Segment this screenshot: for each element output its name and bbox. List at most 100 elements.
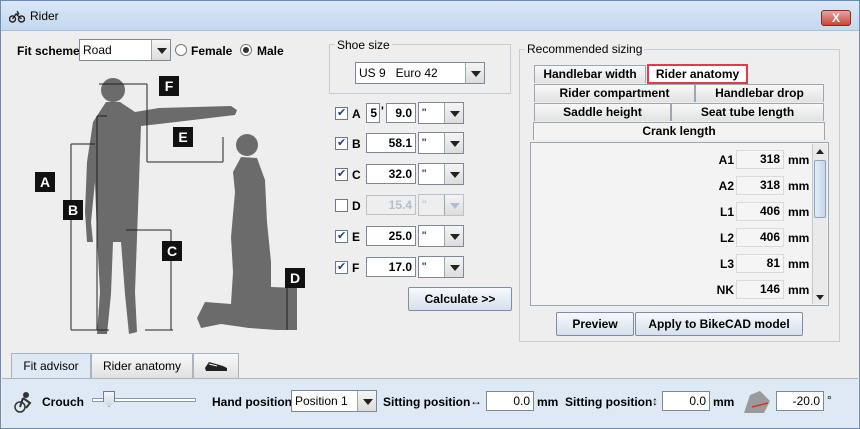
unit-b: " — [422, 136, 427, 150]
field-f[interactable]: 17.0 — [366, 257, 416, 277]
label-d: D — [352, 199, 361, 213]
field-e[interactable]: 25.0 — [366, 226, 416, 246]
check-f[interactable] — [335, 260, 348, 274]
tab-saddle-height[interactable]: Saddle height — [534, 103, 671, 121]
label-a: A — [352, 107, 361, 121]
label-f: F — [352, 261, 360, 275]
recommended-sizing-label: Recommended sizing — [525, 42, 645, 56]
sitting-horizontal-field[interactable]: 0.0 — [486, 391, 534, 411]
unit-c: " — [422, 167, 427, 181]
female-label: Female — [191, 44, 233, 58]
marker-c: C — [162, 241, 182, 261]
row-name: L2 — [719, 231, 734, 245]
male-radio[interactable] — [240, 44, 252, 56]
close-button[interactable]: X — [821, 10, 851, 26]
crouch-slider-thumb[interactable] — [103, 391, 116, 407]
chevron-down-icon[interactable] — [444, 195, 463, 215]
tab-shoe[interactable] — [193, 353, 239, 379]
scroll-thumb[interactable] — [814, 160, 826, 218]
apply-to-bikecad-button[interactable]: Apply to BikeCAD model — [635, 312, 803, 336]
row-unit: mm — [788, 153, 810, 167]
hand-position-select[interactable]: Position 1 — [291, 390, 377, 412]
chevron-down-icon[interactable] — [151, 40, 170, 60]
chevron-down-icon[interactable] — [444, 226, 463, 246]
tab-fit-advisor[interactable]: Fit advisor — [11, 353, 91, 379]
unit-select-f[interactable]: " — [418, 256, 464, 278]
row-name: L1 — [719, 205, 734, 219]
row-value: 318 — [736, 150, 784, 169]
unit-select-b[interactable]: " — [418, 132, 464, 154]
check-e[interactable] — [335, 229, 348, 243]
fit-scheme-select[interactable]: Road — [79, 39, 171, 61]
sitting-vertical-label: Sitting position — [565, 395, 653, 409]
chevron-down-icon[interactable] — [444, 103, 463, 123]
female-radio[interactable] — [175, 44, 187, 56]
rider-window: Rider X Fit scheme Road Female Male A B … — [0, 0, 860, 429]
hand-position-label: Hand position — [212, 395, 292, 409]
torso-angle-field[interactable]: -20.0 — [776, 391, 824, 411]
title-bar[interactable]: Rider X — [1, 1, 859, 31]
chevron-down-icon[interactable] — [444, 257, 463, 277]
tab-rider-compartment[interactable]: Rider compartment — [534, 84, 695, 102]
sitting-horizontal-unit: mm — [537, 395, 559, 409]
field-b[interactable]: 58.1 — [366, 133, 416, 153]
tab-handlebar-drop[interactable]: Handlebar drop — [695, 84, 824, 102]
marker-f: F — [159, 76, 179, 96]
marker-a: A — [35, 172, 55, 192]
shoe-size-label: Shoe size — [335, 38, 392, 52]
unit-select-a[interactable]: " — [418, 102, 464, 124]
row-value: 318 — [736, 176, 784, 195]
field-a-inches[interactable]: 9.0 — [386, 103, 416, 123]
kneeling-rider-silhouette — [197, 134, 297, 330]
shoe-icon — [205, 362, 227, 371]
angle-unit: ° — [827, 393, 832, 407]
unit-select-e[interactable]: " — [418, 225, 464, 247]
chevron-down-icon[interactable] — [444, 133, 463, 153]
chevron-down-icon[interactable] — [444, 164, 463, 184]
tab-rider-anatomy-bottom[interactable]: Rider anatomy — [91, 353, 193, 379]
unit-select-c[interactable]: " — [418, 163, 464, 185]
tab-handlebar-width[interactable]: Handlebar width — [534, 65, 646, 83]
row-value: 406 — [736, 202, 784, 221]
marker-e: E — [173, 127, 193, 147]
unit-a: " — [422, 106, 427, 120]
scroll-down-icon[interactable] — [815, 291, 825, 301]
label-c: C — [352, 168, 361, 182]
tab-crank-length[interactable]: Crank length — [533, 122, 825, 140]
sizing-list-panel[interactable]: A1 318 mm A2 318 mm L1 406 mm L2 406 mm … — [530, 142, 829, 306]
row-name: L3 — [719, 257, 734, 271]
unit-d: " — [422, 198, 427, 212]
row-name: A1 — [718, 153, 734, 167]
check-d[interactable] — [335, 199, 348, 212]
crouch-label: Crouch — [42, 395, 84, 409]
shoe-size-select[interactable]: US 9 Euro 42 — [355, 62, 485, 84]
scrollbar[interactable] — [812, 144, 827, 304]
field-c[interactable]: 32.0 — [366, 164, 416, 184]
marker-d: D — [285, 268, 305, 288]
row-unit: mm — [788, 231, 810, 245]
check-a[interactable] — [335, 106, 348, 120]
field-a-feet[interactable]: 5 — [366, 103, 380, 123]
row-unit: mm — [788, 179, 810, 193]
check-c[interactable] — [335, 167, 348, 181]
hand-position-value: Position 1 — [295, 394, 348, 408]
calculate-button[interactable]: Calculate >> — [408, 287, 512, 311]
chevron-down-icon[interactable] — [357, 391, 376, 411]
feet-mark: ' — [381, 104, 384, 118]
row-unit: mm — [788, 257, 810, 271]
chevron-down-icon[interactable] — [465, 63, 484, 83]
fit-scheme-label: Fit scheme — [17, 44, 80, 58]
scroll-up-icon[interactable] — [815, 146, 825, 156]
unit-select-d[interactable]: " — [418, 194, 464, 216]
crouch-icon — [14, 392, 32, 413]
sitting-vertical-field[interactable]: 0.0 — [662, 391, 710, 411]
row-unit: mm — [788, 205, 810, 219]
row-unit: mm — [788, 283, 810, 297]
tab-seat-tube-length[interactable]: Seat tube length — [671, 103, 824, 121]
preview-button[interactable]: Preview — [556, 312, 634, 336]
row-name: A2 — [718, 179, 734, 193]
field-d[interactable]: 15.4 — [366, 195, 416, 215]
tab-rider-anatomy[interactable]: Rider anatomy — [647, 64, 748, 84]
label-e: E — [352, 230, 361, 244]
check-b[interactable] — [335, 136, 348, 150]
